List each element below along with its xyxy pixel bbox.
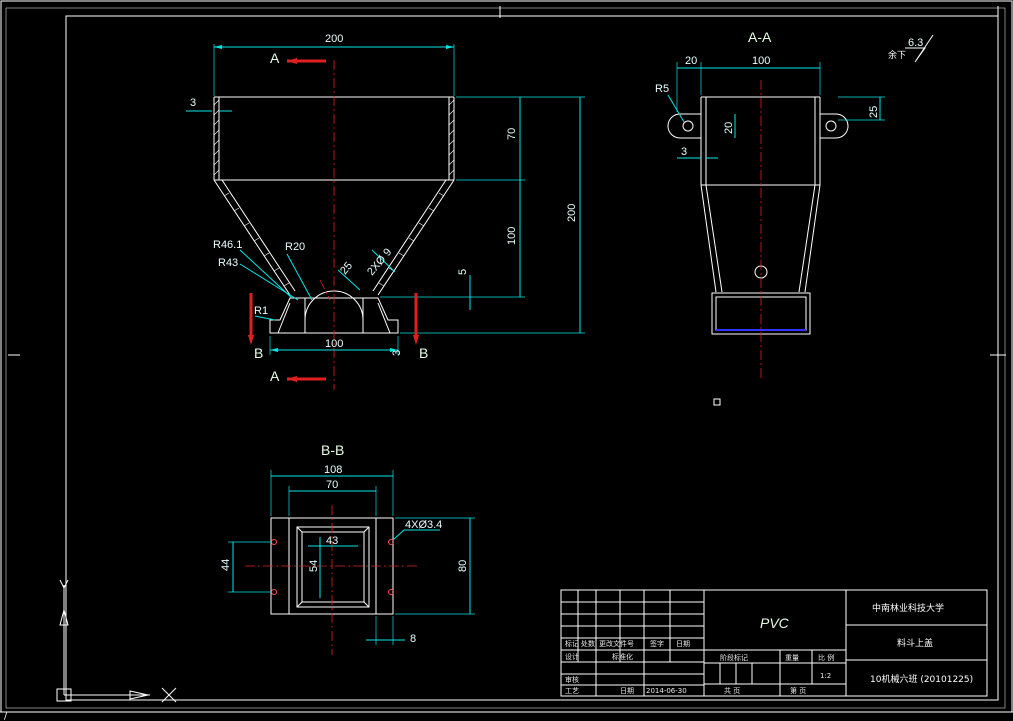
dim-wall-thickness: 3 — [190, 97, 196, 109]
bb-dim-80: 80 — [457, 560, 469, 572]
roughness-value: 6.3 — [908, 37, 923, 49]
bb-dim-holes: 4XØ3.4 — [405, 519, 442, 531]
tb-date-label: 日期 — [620, 687, 634, 695]
dim-h200: 200 — [566, 204, 578, 222]
section-a-bottom: A — [270, 368, 280, 384]
tb-material: PVC — [760, 615, 790, 631]
trim-frame — [5, 7, 1006, 709]
tb-role-standard: 标准化 — [612, 652, 633, 661]
dim-r1: R1 — [254, 305, 268, 317]
aa-dim-r5: R5 — [655, 83, 669, 95]
section-a-top: A — [270, 50, 280, 66]
roughness-label: 余下 — [888, 49, 906, 61]
dim-r20: R20 — [285, 241, 305, 253]
tb-role-process: 工艺 — [565, 687, 579, 695]
drawing-frame — [65, 15, 999, 701]
aa-dim-100: 100 — [752, 55, 770, 67]
dim-d5: 5 — [457, 269, 469, 275]
tb-role-design: 设计 — [565, 652, 579, 661]
tb-cell-mark: 标记 — [565, 639, 579, 648]
tb-part-name: 料斗上盖 — [897, 637, 933, 649]
title-block: 标记 处数 更改文件号 签字 日期 设计 标准化 审核 工艺 日期 2014-0… — [560, 589, 988, 697]
dim-d25: 25 — [338, 260, 355, 277]
tb-page-label: 第 页 — [790, 686, 806, 695]
dim-h70: 70 — [506, 128, 518, 140]
aa-title: A-A — [748, 29, 772, 45]
dim-h100: 100 — [506, 227, 518, 245]
bb-dim-70: 70 — [326, 479, 338, 491]
bb-dim-44: 44 — [220, 559, 232, 571]
tb-sheet-label: 共 页 — [724, 686, 740, 695]
tb-cell-change: 更改文件号 — [599, 639, 634, 648]
sheet-border — [0, 0, 1013, 713]
pick-box[interactable] — [713, 398, 721, 406]
section-b-left: B — [254, 345, 263, 361]
tb-cell-date: 日期 — [676, 640, 690, 648]
dim-base-width: 100 — [325, 338, 343, 350]
tb-drawing-no: 10机械六班 (20101225) — [870, 673, 973, 685]
tb-weight-label: 重量 — [785, 654, 799, 662]
svg-text:/: / — [4, 712, 8, 721]
tb-scale-label: 比 例 — [818, 653, 834, 662]
tb-date-value: 2014-06-30 — [646, 687, 687, 695]
aa-dim-20: 20 — [685, 55, 697, 67]
front-view: 200 3 70 100 200 5 R46.1 R43 R20 R1 25 2… — [186, 33, 585, 390]
bb-dim-108: 108 — [324, 464, 342, 476]
dim-d20: 2XØ 9 — [365, 246, 394, 278]
aa-dim-h25: 25 — [868, 106, 880, 118]
bb-title: B-B — [321, 442, 344, 458]
bb-dim-8: 8 — [410, 633, 416, 645]
dim-base-3: 3 — [391, 350, 403, 356]
tb-cell-count: 处数 — [581, 639, 595, 648]
section-b-right: B — [419, 345, 428, 361]
cad-drawing-canvas[interactable]: 200 3 70 100 200 5 R46.1 R43 R20 R1 25 2… — [0, 0, 1013, 721]
tb-scale-value: 1:2 — [820, 672, 831, 680]
dim-r461: R46.1 — [213, 239, 242, 251]
bb-dim-54: 54 — [308, 560, 320, 572]
dim-top-width: 200 — [325, 33, 343, 45]
tb-role-review: 审核 — [565, 675, 579, 684]
aa-dim-h20: 20 — [723, 122, 735, 134]
section-bb-view: B-B 108 70 43 54 44 80 4XØ3.4 8 — [220, 442, 475, 655]
aa-dim-3: 3 — [681, 146, 687, 158]
ucs-icon — [56, 579, 177, 703]
section-aa-view: A-A 20 100 R5 20 25 3 余下 6.3 — [655, 29, 934, 380]
tb-cell-sign: 签字 — [650, 639, 664, 648]
tb-stage-label: 阶段标记 — [720, 653, 748, 662]
tb-school: 中南林业科技大学 — [872, 602, 944, 614]
bb-dim-43: 43 — [326, 535, 338, 547]
dim-r43: R43 — [218, 257, 238, 269]
